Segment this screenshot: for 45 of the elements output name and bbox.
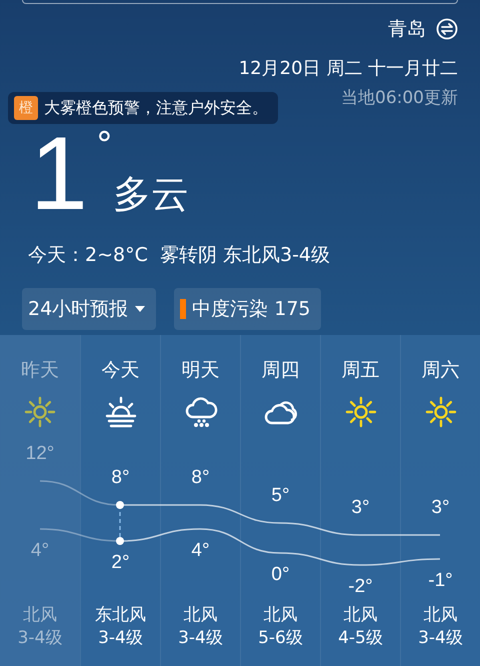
wind-text: 北风 3-4级 [18,604,62,650]
rain-cloud-icon [184,395,218,429]
wind-text: 北风 3-4级 [418,604,463,650]
day-label: 周六 [422,358,460,383]
day-label: 明天 [182,358,220,383]
high-temperature: 12° [24,443,56,465]
day-label: 周四 [262,358,300,383]
caret-icon [134,305,146,313]
air-quality-button[interactable]: 中度污染 175 [174,288,320,330]
low-temperature: -2° [347,576,374,598]
low-temperature: 4° [190,540,211,562]
low-temperature: 0° [270,564,291,586]
switch-icon[interactable] [436,18,458,40]
low-temperature: 2° [110,552,131,574]
sun-icon [424,395,458,429]
day-label: 周五 [342,358,380,383]
day-label: 昨天 [21,358,59,383]
sun-icon [344,395,378,429]
low-temperature: 4° [30,540,50,562]
forecast-dropdown[interactable]: 24小时预报 [22,288,156,330]
high-temperature: 3° [350,497,371,519]
wind-text: 北风 3-4级 [178,604,223,650]
alert-text: 大雾橙色预警，注意户外安全。 [44,98,268,118]
high-temperature: 8° [110,467,131,489]
high-temperature: 8° [190,467,211,489]
date-text: 12月20日 周二 十一月廿二 [238,57,459,80]
wind-text: 北风 4-5级 [338,604,383,650]
aqi-indicator-icon [180,299,186,319]
city-name[interactable]: 青岛 [388,16,426,42]
wind-text: 北风 5-6级 [258,604,303,650]
alert-badge: 橙 [14,96,38,120]
sun-icon [23,395,57,429]
low-temperature: -1° [427,570,454,592]
search-bar[interactable] [22,0,458,4]
weather-alert[interactable]: 橙 大雾橙色预警，注意户外安全。 [8,92,278,124]
day-label: 今天 [102,358,140,383]
fog-icon [104,395,138,429]
update-time: 当地06:00更新 [341,87,458,109]
today-summary: 今天：2~8°C 雾转阴 东北风3-4级 [27,243,332,268]
high-temperature: 3° [430,497,451,519]
wind-text: 东北风 3-4级 [95,604,146,650]
high-temperature: 5° [270,485,291,507]
weather-condition: 多云 [112,171,189,218]
degree-sign: ° [96,128,113,162]
current-temperature: 1 [30,126,88,222]
